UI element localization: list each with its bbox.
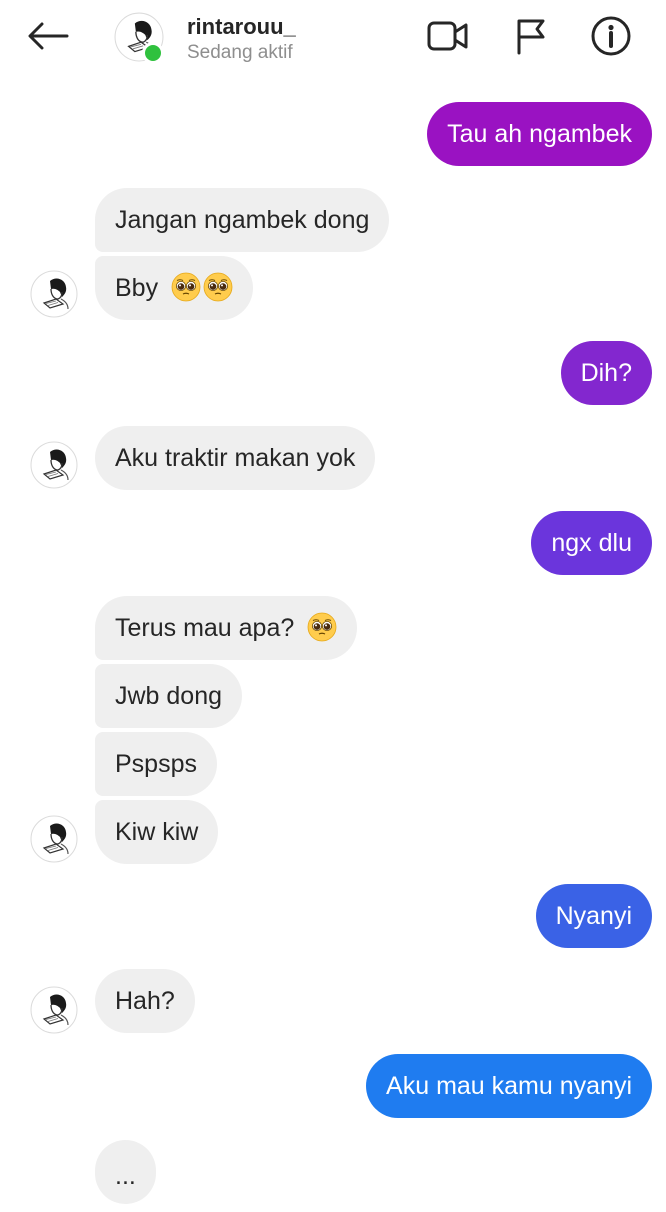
report-button[interactable] [508, 14, 552, 58]
sent-message[interactable]: Dih? [560, 341, 652, 405]
active-status: Sedang aktif [187, 42, 293, 63]
sender-avatar[interactable] [30, 441, 78, 489]
sent-message[interactable]: Nyanyi [535, 884, 652, 948]
sender-avatar[interactable] [30, 986, 78, 1034]
received-message[interactable]: Bby [95, 256, 254, 320]
sent-message[interactable]: ngx dlu [531, 511, 652, 575]
video-call-button[interactable] [426, 14, 470, 58]
message-text: Terus mau apa? [115, 614, 295, 642]
flag-icon [517, 19, 545, 55]
received-message[interactable]: ... [95, 1140, 156, 1204]
received-message[interactable]: Kiw kiw [95, 800, 219, 864]
received-message[interactable]: Terus mau apa? [95, 596, 358, 660]
message-text: Bby [115, 274, 159, 302]
contact-username[interactable]: rintarouu_ [187, 14, 296, 40]
sender-avatar[interactable] [30, 270, 78, 318]
info-icon [591, 16, 631, 56]
info-button[interactable] [589, 14, 633, 58]
received-message[interactable]: Aku traktir makan yok [95, 426, 376, 490]
received-message[interactable]: Jangan ngambek dong [95, 188, 390, 252]
received-message[interactable]: Pspsps [95, 732, 217, 796]
received-message[interactable]: Hah? [95, 969, 195, 1033]
pleading-face-emoji [171, 272, 201, 302]
back-arrow-icon [28, 22, 69, 50]
pleading-face-emoji [203, 272, 233, 302]
sent-message[interactable]: Tau ah ngambek [427, 102, 652, 166]
back-button[interactable] [24, 14, 72, 58]
received-message[interactable]: Jwb dong [95, 664, 243, 728]
pleading-face-emoji [307, 612, 337, 642]
sender-avatar[interactable] [30, 815, 78, 863]
sent-message[interactable]: Aku mau kamu nyanyi [366, 1054, 652, 1118]
online-status-dot [142, 42, 164, 64]
chat-header: rintarouu_ Sedang aktif [0, 0, 666, 78]
video-camera-icon [427, 21, 468, 51]
